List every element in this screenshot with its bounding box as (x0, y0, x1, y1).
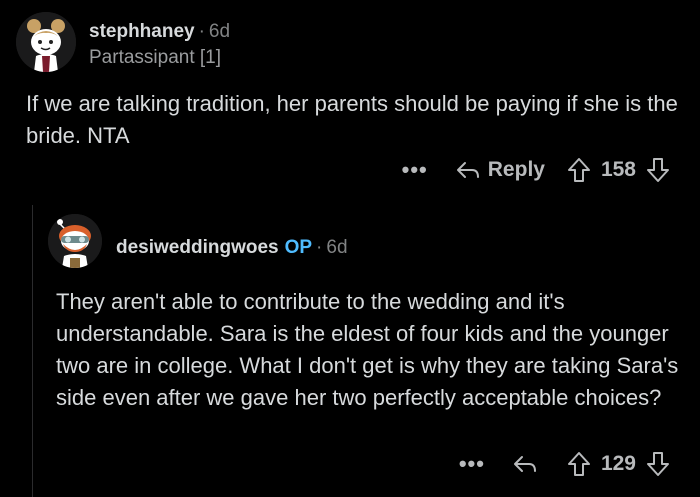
vote-score: 129 (600, 452, 636, 475)
avatar[interactable] (48, 214, 102, 268)
comment-age: 6d (326, 237, 348, 258)
reply-label: Reply (487, 158, 545, 181)
downvote-button[interactable] (646, 451, 670, 477)
username[interactable]: desiweddingwoes (116, 237, 279, 258)
reply-body: They aren't able to contribute to the we… (56, 289, 679, 410)
vote-score: 158 (600, 158, 636, 181)
comment-meta: stephhaney · 6d (89, 21, 230, 43)
comment-body: If we are talking tradition, her parents… (26, 91, 678, 148)
reply-button[interactable] (513, 454, 545, 474)
comment-actions: ••• Reply 158 (402, 152, 670, 188)
upvote-button[interactable] (567, 157, 591, 183)
username[interactable]: stephhaney (89, 21, 195, 42)
upvote-arrow-icon (567, 452, 590, 476)
upvote-button[interactable] (567, 451, 591, 477)
op-badge: OP (284, 237, 313, 258)
more-options-button[interactable]: ••• (459, 451, 485, 477)
meta-separator: · (198, 21, 205, 42)
more-options-button[interactable]: ••• (402, 157, 428, 183)
downvote-arrow-icon (647, 452, 669, 476)
reply-meta: desiweddingwoes OP · 6d (116, 237, 348, 259)
vote-controls: 129 (567, 451, 670, 477)
reply-arrow-icon (456, 162, 479, 178)
meta-separator: · (316, 237, 323, 258)
reply-actions: ••• 129 (459, 446, 670, 482)
downvote-arrow-icon (647, 158, 669, 182)
vote-controls: 158 (567, 157, 670, 183)
avatar-snoo-icon (48, 214, 102, 268)
user-flair: Partassipant [1] (89, 47, 222, 68)
upvote-arrow-icon (567, 158, 590, 182)
reply-arrow-icon (513, 456, 536, 472)
downvote-button[interactable] (646, 157, 670, 183)
reply-button[interactable]: Reply (456, 158, 545, 182)
comment-age: 6d (208, 21, 231, 42)
thread-line (32, 205, 33, 497)
avatar[interactable] (16, 12, 76, 72)
avatar-snoo-icon (16, 12, 76, 72)
